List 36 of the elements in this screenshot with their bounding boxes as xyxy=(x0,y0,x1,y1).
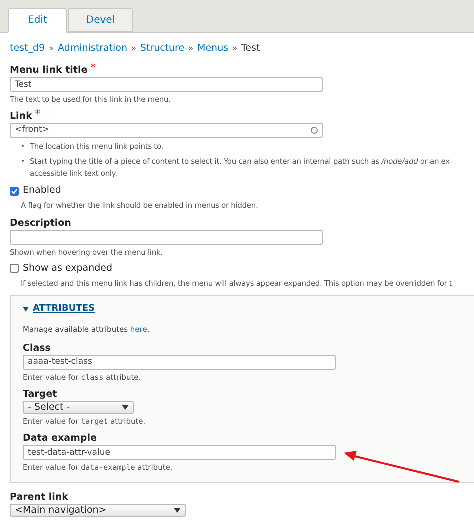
breadcrumb-separator: » xyxy=(188,43,194,55)
breadcrumb-link[interactable]: Administration xyxy=(58,42,128,56)
tab[interactable]: Edit xyxy=(8,8,68,33)
field-label: Parent link xyxy=(10,490,68,504)
checkbox[interactable] xyxy=(10,186,19,196)
text-field[interactable]: aaaa-test-class xyxy=(23,354,336,370)
breadcrumb-current: Test xyxy=(241,42,260,56)
text-field[interactable]: test-data-attr-value xyxy=(23,445,336,460)
autocomplete-field[interactable]: <front> xyxy=(10,123,323,138)
field-label: Data example xyxy=(23,432,97,446)
text-field[interactable] xyxy=(10,230,323,244)
field-label: Class xyxy=(23,342,51,356)
fieldset-toggle[interactable]: ATTRIBUTES xyxy=(23,303,95,316)
caret-icon xyxy=(174,508,181,512)
checkbox-label: Show as expanded xyxy=(23,262,113,276)
select-dropdown[interactable]: <Main navigation> xyxy=(10,504,186,516)
tab[interactable]: Devel xyxy=(68,8,134,32)
field-label: Menu link title xyxy=(10,64,88,78)
checkbox[interactable] xyxy=(10,264,19,274)
breadcrumb-separator: » xyxy=(232,43,238,55)
checkbox-label: Enabled xyxy=(23,184,62,198)
caret-icon xyxy=(122,405,129,410)
select-dropdown[interactable]: - Select - xyxy=(23,401,134,414)
breadcrumb-separator: » xyxy=(49,43,54,55)
breadcrumb-link[interactable]: Menus xyxy=(198,42,229,56)
breadcrumb-link[interactable]: Structure xyxy=(140,42,185,56)
field-label: Target xyxy=(23,388,58,402)
caret-icon xyxy=(23,307,29,312)
field-label: Link xyxy=(10,110,32,124)
required-mark: * xyxy=(35,110,40,120)
text-field[interactable]: Test xyxy=(10,77,323,92)
breadcrumb-separator: » xyxy=(132,43,136,55)
required-mark: * xyxy=(90,64,96,73)
throbber-icon xyxy=(311,127,318,134)
field-label: Description xyxy=(10,216,72,230)
breadcrumb-link[interactable]: test_d9 xyxy=(10,42,46,56)
